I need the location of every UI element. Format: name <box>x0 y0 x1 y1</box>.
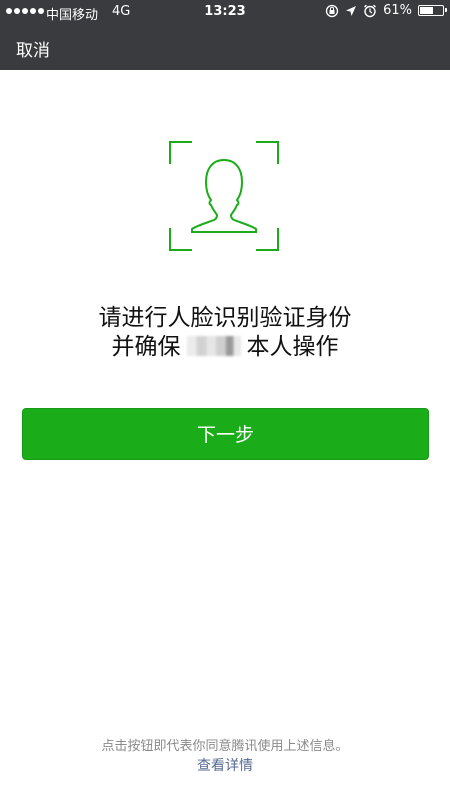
face-outline-icon <box>168 140 280 252</box>
orientation-lock-icon <box>325 4 339 18</box>
battery-percent: 61% <box>383 3 412 18</box>
alarm-clock-icon <box>363 4 377 18</box>
view-details-link[interactable]: 查看详情 <box>0 755 450 775</box>
next-step-button[interactable]: 下一步 <box>22 408 429 460</box>
consent-notice: 点击按钮即代表你同意腾讯使用上述信息。 <box>101 739 349 754</box>
navigation-bar: 取消 <box>0 24 450 70</box>
verification-instructions: 请进行人脸识别验证身份 并确保 本人操作 <box>0 304 450 362</box>
instruction-line-2-prefix: 并确保 <box>111 334 181 360</box>
header: 中国移动 4G 13:23 61% 取消 <box>0 0 450 70</box>
redacted-name <box>186 336 241 356</box>
cancel-button[interactable]: 取消 <box>16 36 50 61</box>
instruction-line-1: 请进行人脸识别验证身份 <box>98 305 352 331</box>
status-bar: 中国移动 4G 13:23 61% <box>0 0 450 24</box>
instruction-line-2-suffix: 本人操作 <box>246 334 339 360</box>
status-icons: 61% <box>325 3 447 18</box>
instruction-line-2: 并确保 本人操作 <box>0 333 450 362</box>
location-arrow-icon <box>345 5 357 17</box>
battery-icon <box>418 5 447 16</box>
battery-level-fill <box>420 7 433 14</box>
